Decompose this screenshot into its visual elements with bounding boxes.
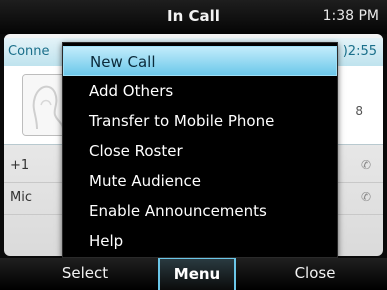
roster-row-text: Mic (10, 190, 32, 205)
phone-screen: In Call 1:38 PM Conne )2:55 8 +1 ✆ Mic ✆ (0, 0, 387, 290)
menu-item-add-others[interactable]: Add Others (63, 76, 337, 106)
contact-type-icon: 8 (355, 104, 363, 118)
clock: 1:38 PM (322, 8, 379, 24)
menu-item-close-roster[interactable]: Close Roster (63, 136, 337, 166)
person-silhouette-icon (23, 75, 67, 135)
menu-item-transfer-to-mobile[interactable]: Transfer to Mobile Phone (63, 106, 337, 136)
menu-item-new-call[interactable]: New Call (63, 46, 337, 76)
call-duration: )2:55 (342, 44, 377, 59)
phone-icon: ✆ (360, 158, 371, 172)
menu-item-help[interactable]: Help (63, 226, 337, 256)
status-bar: In Call 1:38 PM (0, 0, 387, 34)
menu-item-mute-audience[interactable]: Mute Audience (63, 166, 337, 196)
connection-label: Conne (8, 44, 50, 59)
options-menu: New Call Add Others Transfer to Mobile P… (62, 42, 338, 258)
menu-item-enable-announcements[interactable]: Enable Announcements (63, 196, 337, 226)
select-softkey[interactable]: Select (40, 258, 130, 290)
softkey-bar: Select Menu Close (0, 258, 387, 290)
menu-softkey[interactable]: Menu (158, 258, 236, 290)
roster-row-text: +1 (10, 158, 30, 173)
close-softkey[interactable]: Close (270, 258, 360, 290)
phone-icon: ✆ (360, 190, 371, 204)
